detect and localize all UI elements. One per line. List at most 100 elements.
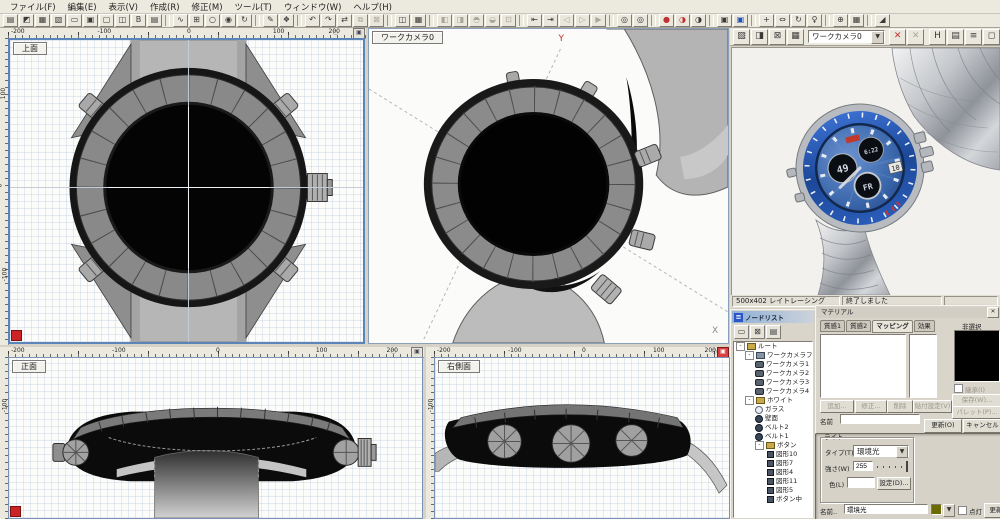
menu-item[interactable]: 作成(R)	[144, 1, 186, 13]
play-icon[interactable]: ▷	[575, 14, 590, 27]
light-update-button[interactable]: 更新	[984, 503, 1000, 518]
revolve-tool-icon[interactable]: ↻	[237, 14, 252, 27]
modify-button[interactable]: 修正...	[855, 400, 887, 413]
first-frame-icon[interactable]: ⇤	[527, 14, 542, 27]
tree-item[interactable]: 図形4	[734, 468, 812, 477]
viewport-right-label[interactable]: 右側面	[438, 360, 480, 373]
viewport-right-canvas[interactable]: 右側面	[434, 357, 730, 519]
tree-item[interactable]: - ホワイト	[734, 396, 812, 405]
rotate-tool-icon[interactable]: ↻	[791, 14, 806, 27]
delete-button[interactable]: 削除	[887, 400, 913, 413]
pan-view-icon[interactable]: ◢	[875, 14, 890, 27]
align-top-icon[interactable]: ◓	[469, 14, 484, 27]
expand-icon[interactable]: -	[745, 396, 754, 405]
viewport-top-label[interactable]: 上面	[13, 42, 47, 55]
tree-item[interactable]: - ワークカメラフォルダ	[734, 351, 812, 360]
tree-item[interactable]: - ルート	[734, 342, 812, 351]
hardcopy-icon[interactable]: H	[929, 29, 946, 45]
sphere-tool-icon[interactable]: ◉	[221, 14, 236, 27]
grid-tool-icon[interactable]: ⊞	[189, 14, 204, 27]
material-tab[interactable]: 質感1	[820, 320, 845, 332]
duplicate-icon[interactable]: ⧉	[353, 14, 368, 27]
repeat-icon[interactable]: ⇄	[337, 14, 352, 27]
chevron-down-icon[interactable]: ▼	[871, 31, 884, 44]
tree-item[interactable]: - ボタン	[734, 441, 812, 450]
render-settings-icon[interactable]: ◑	[691, 14, 706, 27]
chevron-down-icon[interactable]: ▼	[896, 446, 908, 458]
array-copy-icon[interactable]: ▦	[411, 14, 426, 27]
move-tool-icon[interactable]: +	[759, 14, 774, 27]
viewport-front-canvas[interactable]: 正面	[8, 357, 423, 519]
curve-tool-icon[interactable]: ∿	[173, 14, 188, 27]
align-left-icon[interactable]: ◧	[437, 14, 452, 27]
prev-frame-icon[interactable]: ◁	[559, 14, 574, 27]
chevron-down-icon[interactable]: ▼	[943, 504, 955, 517]
scale-tool-icon[interactable]: ⇔	[775, 14, 790, 27]
menu-item[interactable]: 表示(V)	[103, 1, 144, 13]
light-color-swatch[interactable]	[931, 504, 942, 515]
menu-item[interactable]: 編集(E)	[62, 1, 103, 13]
node-list-titlebar[interactable]: ≡ ノードリスト	[732, 311, 814, 323]
delete-icon[interactable]: ⊠	[369, 14, 384, 27]
open-file-icon[interactable]: ◩	[19, 14, 34, 27]
align-bottom-icon[interactable]: ◒	[485, 14, 500, 27]
tree-item[interactable]: ボタン中	[734, 495, 812, 504]
menu-item[interactable]: ウィンドウ(W)	[278, 1, 348, 13]
tree-item[interactable]: ベルト2	[734, 423, 812, 432]
viewport-camera-label[interactable]: ワークカメラ0	[372, 31, 443, 44]
next-frame-icon[interactable]: ▶	[591, 14, 606, 27]
menu-item[interactable]: ファイル(F)	[4, 1, 62, 13]
tree-item[interactable]: 図形7	[734, 459, 812, 468]
world-axis-icon[interactable]: ⊕	[833, 14, 848, 27]
save-icon[interactable]: ▦	[35, 14, 50, 27]
light-tool-icon[interactable]: ♀	[807, 14, 822, 27]
checkbox-icon[interactable]	[954, 384, 963, 393]
knife-tool-icon[interactable]: ❖	[279, 14, 294, 27]
cancel-button[interactable]: キャンセル	[963, 419, 1000, 433]
list-window-icon[interactable]: ▤	[147, 14, 162, 27]
menu-item[interactable]: 修正(M)	[186, 1, 229, 13]
update-button[interactable]: 更新(O)	[924, 419, 962, 433]
tree-item[interactable]: ガラス	[734, 405, 812, 414]
lit-checkbox[interactable]: 点灯	[958, 506, 982, 516]
print-image-icon[interactable]: ≡	[965, 29, 982, 45]
expand-icon[interactable]: -	[736, 342, 745, 351]
expand-icon[interactable]: -	[745, 351, 754, 360]
delete-node-icon[interactable]: ⊠	[750, 325, 765, 339]
viewport-front-label[interactable]: 正面	[12, 360, 46, 373]
light-color-field[interactable]	[847, 477, 875, 488]
viewport-camera-canvas[interactable]: ワークカメラ0	[368, 28, 729, 344]
menu-item[interactable]: ヘルプ(H)	[347, 1, 398, 13]
tree-item[interactable]: ワークカメラ3	[734, 378, 812, 387]
paste-settings-button[interactable]: 貼付設定(V)	[913, 400, 952, 413]
last-frame-icon[interactable]: ⇥	[543, 14, 558, 27]
print-icon[interactable]: ▭	[67, 14, 82, 27]
tree-item[interactable]: ワークカメラ1	[734, 360, 812, 369]
paste-icon[interactable]: ◫	[115, 14, 130, 27]
light-type-select[interactable]: 環境光 ▼	[853, 445, 909, 457]
render-window-icon[interactable]: ▦	[787, 29, 804, 45]
light-strength-slider[interactable]	[877, 462, 905, 472]
cut-icon[interactable]: ▣	[83, 14, 98, 27]
tree-item[interactable]: 図形5	[734, 486, 812, 495]
material-tab[interactable]: 質感2	[846, 320, 871, 332]
save-as-icon[interactable]: ▧	[51, 14, 66, 27]
material-window-icon[interactable]: ▣	[733, 14, 748, 27]
render-stop-icon[interactable]: ⊠	[769, 29, 786, 45]
menu-item[interactable]: ツール(T)	[229, 1, 278, 13]
copy-icon[interactable]: ▢	[99, 14, 114, 27]
color-set-button[interactable]: 設定(D)...	[877, 477, 911, 490]
palette-button[interactable]: パレット(P)...	[952, 406, 1000, 419]
window-layout-icon[interactable]: ▣	[717, 14, 732, 27]
light-strength-input[interactable]	[853, 461, 873, 471]
render-part-icon[interactable]: ◨	[751, 29, 768, 45]
clear-image-icon[interactable]: ✕	[907, 29, 924, 45]
tree-item[interactable]: 壁面	[734, 414, 812, 423]
node-properties-icon[interactable]: ▤	[766, 325, 781, 339]
target-view-icon[interactable]: ◎	[633, 14, 648, 27]
mirror-icon[interactable]: ◫	[395, 14, 410, 27]
align-right-icon[interactable]: ◨	[453, 14, 468, 27]
render-area-icon[interactable]: ◑	[675, 14, 690, 27]
camera-view-icon[interactable]: ◎	[617, 14, 632, 27]
tree-item[interactable]: 図形11	[734, 477, 812, 486]
